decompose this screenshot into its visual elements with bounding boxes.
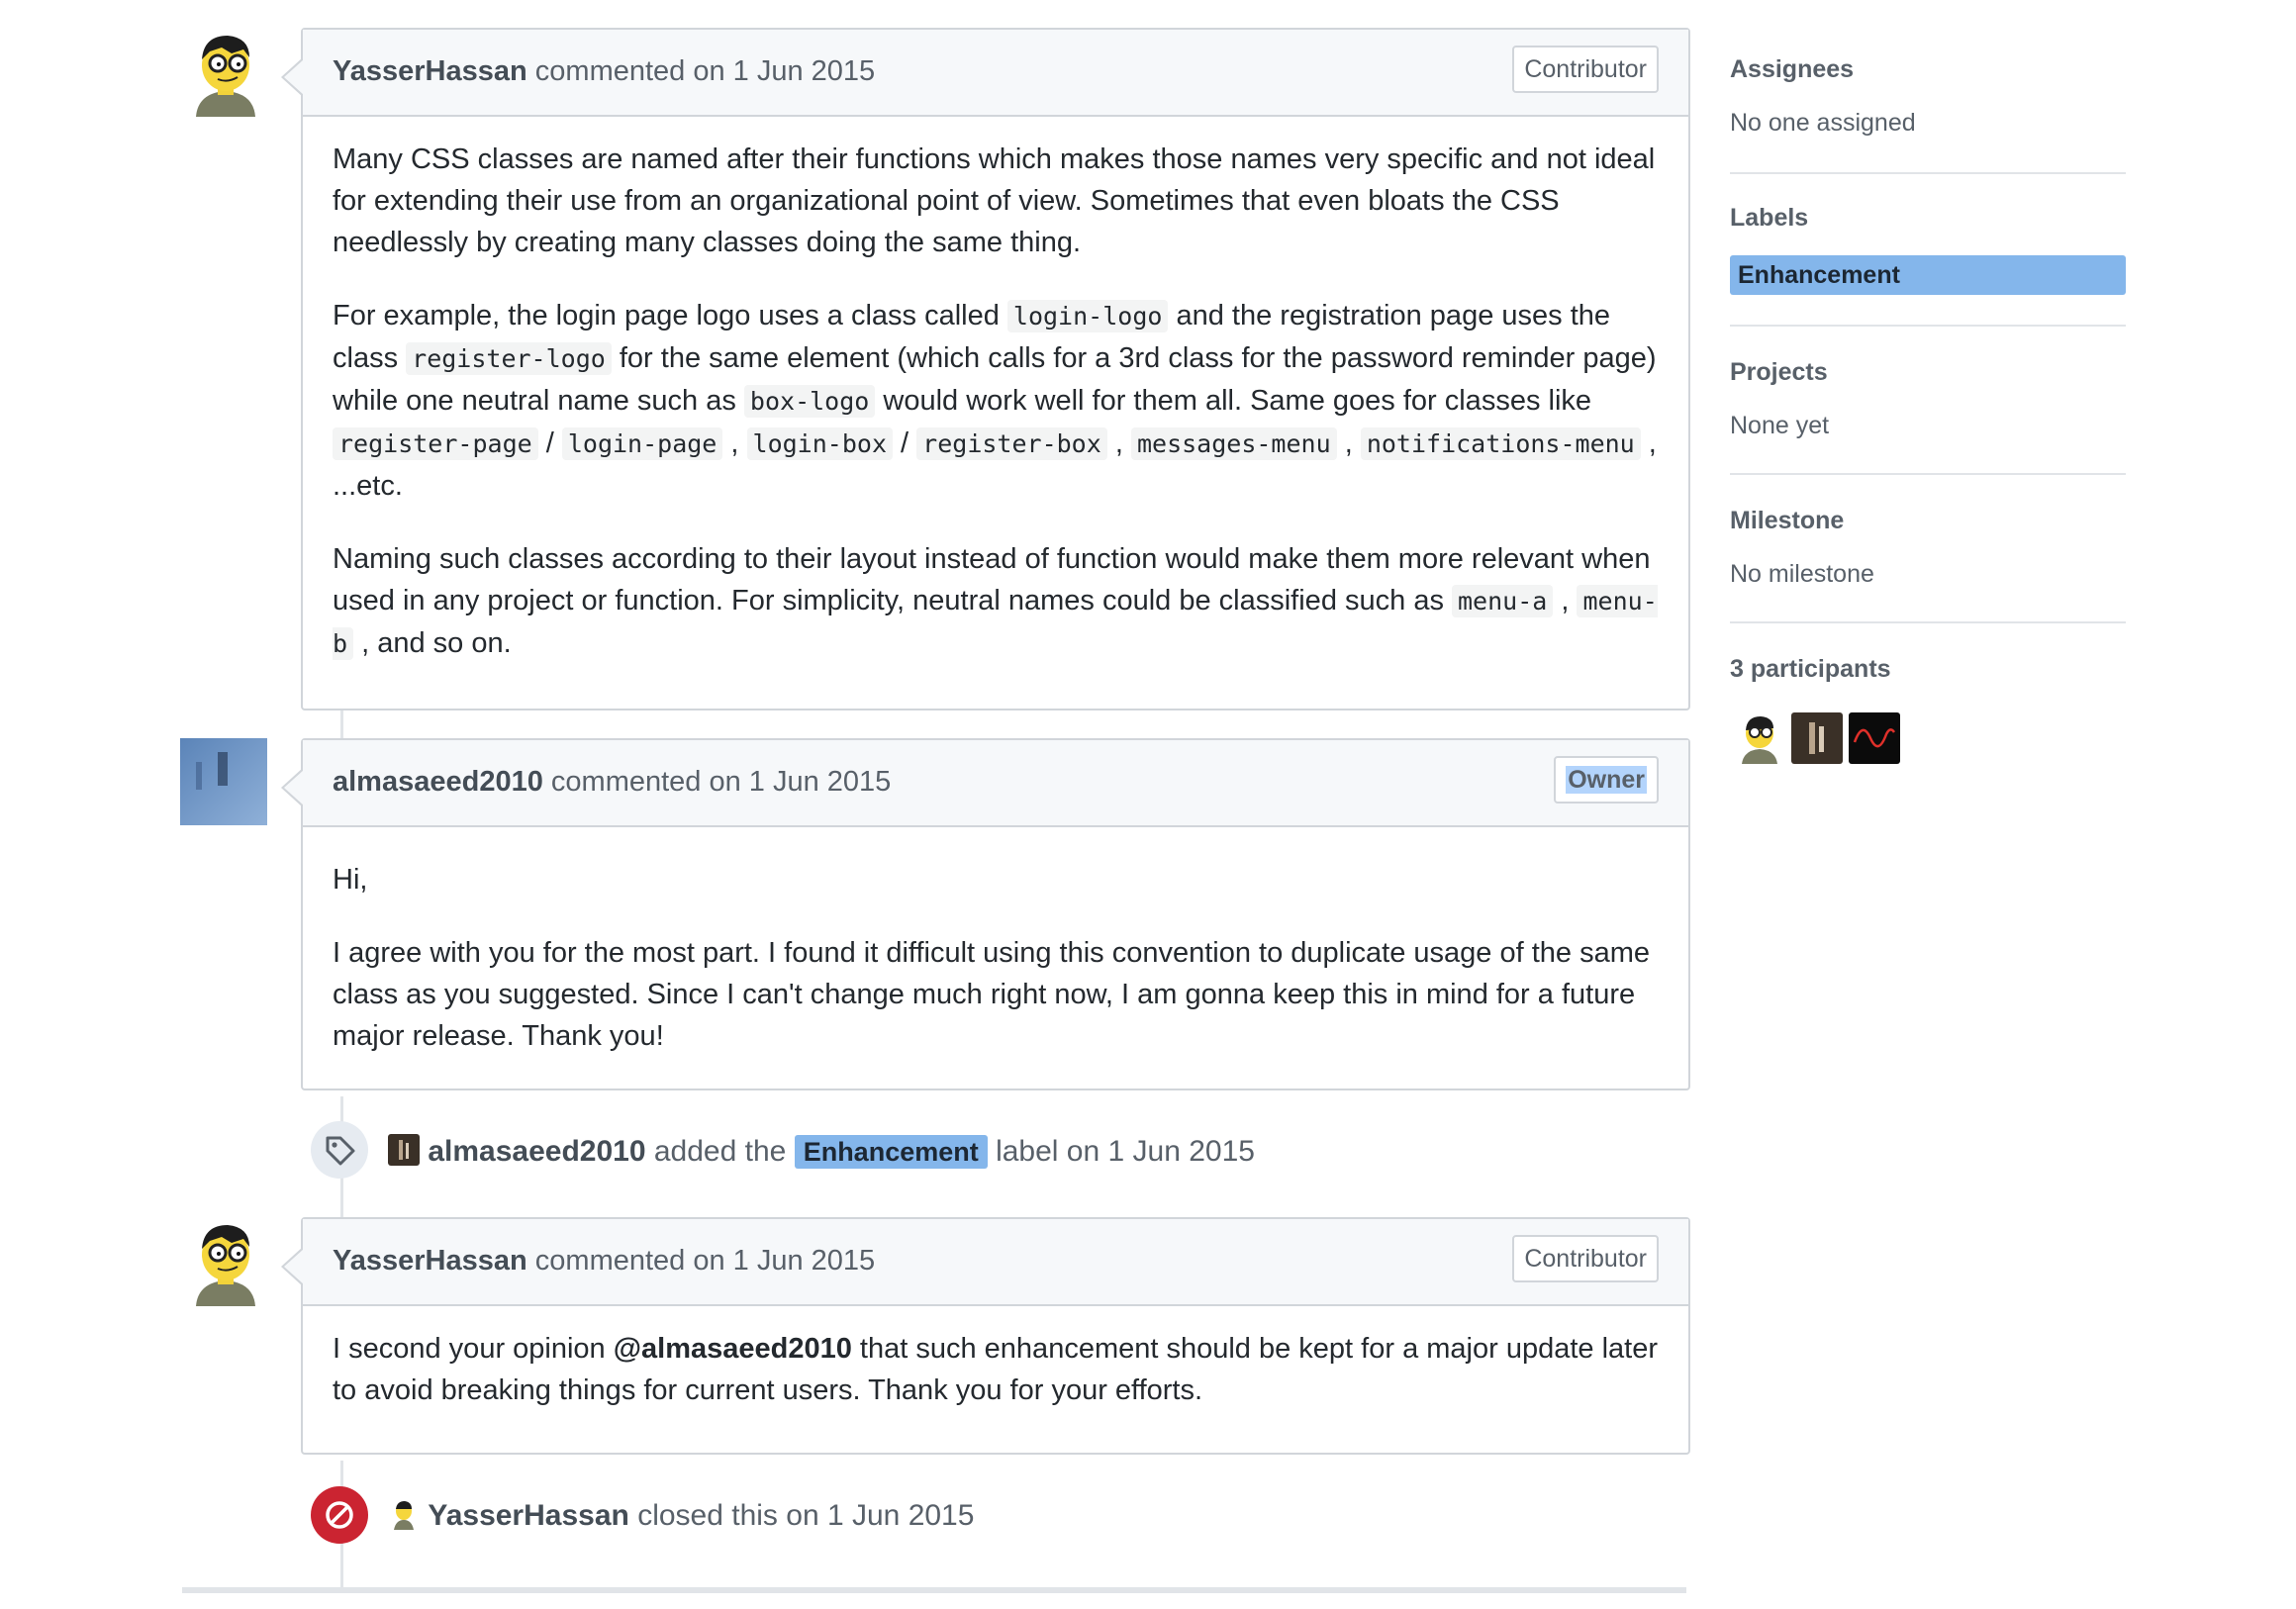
comment-arrow: [284, 1249, 304, 1284]
comment-author[interactable]: almasaeed2010: [333, 766, 543, 798]
inline-code: login-page: [561, 427, 723, 460]
comment-timestamp[interactable]: commented on 1 Jun 2015: [535, 1245, 875, 1277]
participants-title: 3 participants: [1730, 655, 1891, 683]
timeline-bottom-rule: [182, 1587, 1686, 1593]
comment-timestamp[interactable]: commented on 1 Jun 2015: [535, 55, 875, 87]
inline-code: register-logo: [406, 342, 612, 375]
comment-header: almasaeed2010 commented on 1 Jun 2015 Ow…: [303, 740, 1688, 827]
assignees-title[interactable]: Assignees: [1730, 55, 1854, 84]
enhancement-label[interactable]: Enhancement: [794, 1135, 988, 1169]
comment-author[interactable]: YasserHassan: [333, 55, 527, 87]
sidebar-label-enhancement[interactable]: Enhancement: [1730, 255, 2126, 295]
comment-paragraph: Hi,: [333, 864, 368, 896]
close-event: YasserHassan closed this on 1 Jun 2015: [388, 1498, 974, 1533]
sidebar-divider: [1730, 325, 2126, 327]
comment-1: YasserHassan commented on 1 Jun 2015 Con…: [281, 28, 1690, 710]
assignees-value: No one assigned: [1730, 109, 1916, 137]
mini-avatar-icon: [388, 1134, 420, 1166]
comment-body: Hi, I agree with you for the most part. …: [303, 827, 1688, 1057]
event-text: closed this on 1 Jun 2015: [637, 1499, 975, 1532]
contributor-badge: Contributor: [1512, 46, 1659, 93]
comment-body: I second your opinion @almasaeed2010 tha…: [303, 1306, 1688, 1411]
event-text: label on 1 Jun 2015: [996, 1135, 1255, 1168]
event-actor[interactable]: almasaeed2010: [428, 1135, 645, 1168]
inline-code: box-logo: [743, 385, 876, 418]
tag-event-badge: [311, 1121, 368, 1179]
cartoon-avatar-icon: [1734, 712, 1785, 764]
mini-avatar-icon: [394, 1501, 414, 1530]
milestone-title[interactable]: Milestone: [1730, 507, 1844, 535]
avatar-yasserhassan[interactable]: [182, 1219, 269, 1306]
inline-code: register-box: [916, 427, 1107, 460]
avatar-almasaeed2010[interactable]: [180, 738, 267, 825]
projects-title[interactable]: Projects: [1730, 358, 1828, 387]
comment-paragraph: For example, the login page logo uses a …: [333, 300, 1657, 502]
cartoon-avatar-icon: [182, 1219, 269, 1306]
inline-code: messages-menu: [1130, 427, 1337, 460]
comment-2: almasaeed2010 commented on 1 Jun 2015 Ow…: [281, 738, 1690, 1090]
sidebar-divider: [1730, 172, 2126, 174]
contributor-badge: Contributor: [1512, 1235, 1659, 1282]
comment-timestamp[interactable]: commented on 1 Jun 2015: [551, 766, 891, 798]
comment-body: Many CSS classes are named after their f…: [303, 117, 1688, 665]
participant-avatar[interactable]: [1791, 712, 1843, 764]
event-text: added the: [653, 1135, 787, 1168]
projects-value: None yet: [1730, 412, 1830, 439]
inline-code: register-page: [333, 427, 538, 460]
label-event: almasaeed2010 added the Enhancement labe…: [388, 1134, 1255, 1169]
comment-paragraph: Many CSS classes are named after their f…: [333, 143, 1656, 258]
comment-header: YasserHassan commented on 1 Jun 2015 Con…: [303, 1219, 1688, 1306]
closed-circle-icon: [326, 1501, 353, 1529]
participant-avatar[interactable]: [1734, 712, 1785, 764]
comment-paragraph: I second your opinion @almasaeed2010 tha…: [333, 1333, 1658, 1406]
comment-arrow: [284, 770, 304, 805]
closed-event-badge: [311, 1486, 368, 1544]
user-mention[interactable]: @almasaeed2010: [614, 1333, 852, 1365]
inline-code: login-logo: [1006, 300, 1169, 332]
owner-badge: Owner: [1554, 756, 1659, 804]
inline-code: menu-a: [1452, 585, 1554, 617]
participant-avatar[interactable]: [1849, 712, 1900, 764]
sidebar-divider: [1730, 621, 2126, 623]
milestone-value: No milestone: [1730, 560, 1874, 588]
inline-code: notifications-menu: [1360, 427, 1641, 460]
comment-author[interactable]: YasserHassan: [333, 1245, 527, 1277]
comment-3: YasserHassan commented on 1 Jun 2015 Con…: [281, 1217, 1690, 1455]
inline-code: login-box: [746, 427, 893, 460]
waveform-avatar-icon: [1849, 712, 1900, 764]
photo-avatar-icon: [180, 738, 267, 825]
event-actor[interactable]: YasserHassan: [428, 1499, 629, 1532]
comment-paragraph: I agree with you for the most part. I fo…: [333, 937, 1651, 1052]
labels-title[interactable]: Labels: [1730, 204, 1808, 233]
comment-paragraph: Naming such classes according to their l…: [333, 543, 1658, 660]
sidebar-divider: [1730, 473, 2126, 475]
comment-arrow: [284, 59, 304, 95]
avatar-yasserhassan[interactable]: [182, 30, 269, 117]
comment-header: YasserHassan commented on 1 Jun 2015 Con…: [303, 30, 1688, 117]
cartoon-avatar-icon: [182, 30, 269, 117]
photo-avatar-icon: [1791, 712, 1843, 764]
tag-icon: [326, 1136, 355, 1166]
